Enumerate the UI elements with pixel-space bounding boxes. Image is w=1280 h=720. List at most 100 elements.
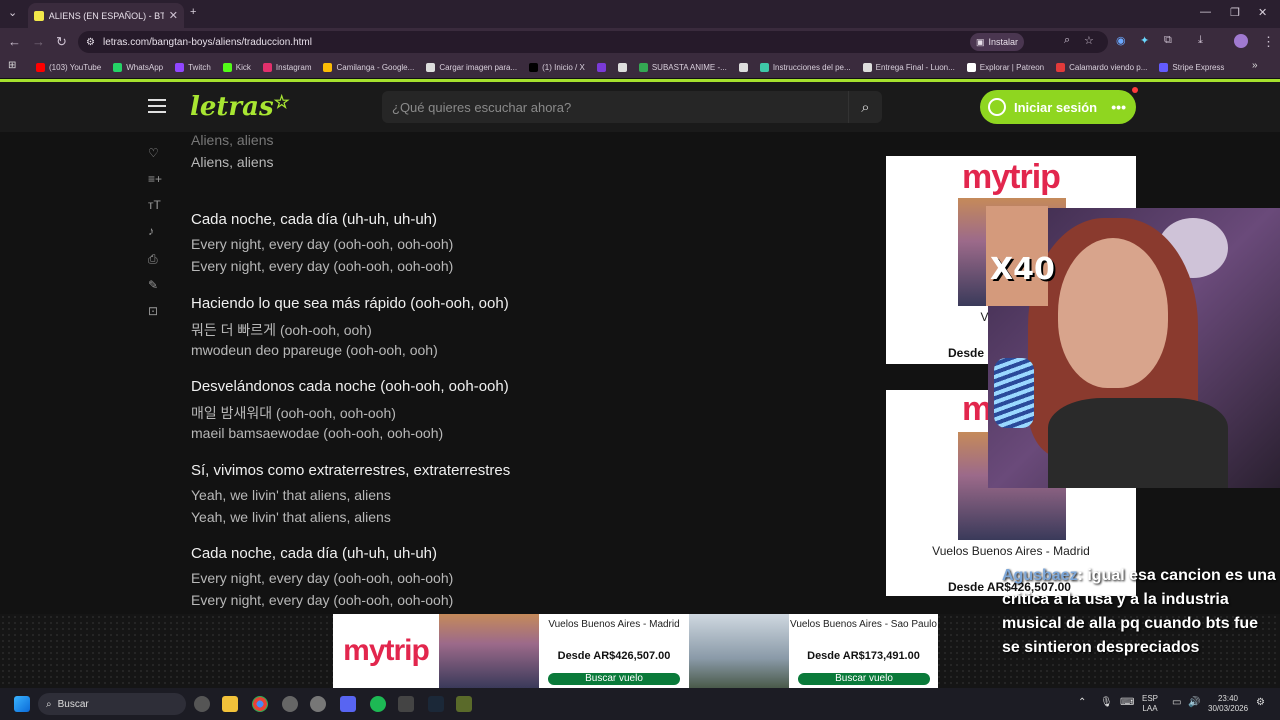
network-icon[interactable]: ▭ [1172, 698, 1181, 708]
tray-chevron-icon[interactable]: ⌃ [1078, 698, 1086, 708]
site-info-icon[interactable]: ⚙ [86, 37, 95, 48]
city-photo [439, 614, 539, 688]
lyric-line-original: Yeah, we livin' that aliens, aliens [191, 509, 391, 525]
bookmark-label: Kick [235, 62, 251, 72]
maximize-icon[interactable]: ❐ [1230, 6, 1240, 19]
bookmark-item[interactable]: Entrega Final - Luon... [862, 62, 955, 72]
bottom-ad-offer-1[interactable]: Vuelos Buenos Aires - Madrid Desde AR$42… [539, 614, 689, 688]
bookmark-favicon-icon [862, 62, 872, 72]
spotify-icon[interactable] [370, 696, 386, 712]
browser-tab-active[interactable]: ALIENS (EN ESPAÑOL) - BTS - L ✕ [28, 3, 184, 28]
site-logo[interactable]: letras☆ [190, 92, 290, 122]
bookmark-item[interactable]: Calamardo viendo p... [1056, 62, 1147, 72]
search-input[interactable] [382, 91, 882, 123]
bookmark-item[interactable]: Stripe Express [1159, 62, 1224, 72]
bookmark-star-icon[interactable]: ☆ [1084, 34, 1094, 47]
add-to-playlist-icon[interactable]: ≡+ [148, 172, 162, 186]
app-icon[interactable] [398, 696, 414, 712]
minimize-icon[interactable]: — [1200, 6, 1211, 18]
windows-start-icon[interactable] [14, 696, 30, 712]
bookmark-item[interactable] [738, 62, 748, 72]
bookmark-item[interactable]: Explorar | Patreon [966, 62, 1044, 72]
widgets-icon[interactable] [194, 696, 210, 712]
extension-icon[interactable]: ◉ [1116, 34, 1126, 47]
bookmark-item[interactable]: (103) YouTube [36, 62, 101, 72]
discord-icon[interactable] [340, 696, 356, 712]
menu-dots-icon[interactable]: ⋮ [1262, 34, 1275, 50]
login-button[interactable]: Iniciar sesión ••• [980, 87, 1138, 124]
translate-extension-icon[interactable]: ✦ [1140, 34, 1149, 47]
ad-title: Vuelos Buenos Aires - Madrid [548, 619, 680, 630]
font-size-icon[interactable]: тT [148, 198, 161, 212]
search-flight-button[interactable]: Buscar vuelo [798, 673, 930, 685]
back-icon[interactable]: ← [8, 34, 21, 49]
downloads-icon[interactable]: ⤓ [1198, 34, 1203, 47]
language-indicator[interactable]: ESP LAA [1142, 694, 1158, 714]
bookmark-favicon-icon [36, 62, 45, 72]
zoom-icon[interactable]: ⌕ [1064, 34, 1070, 47]
bookmark-label: Entrega Final - Luon... [875, 62, 955, 72]
bookmark-item[interactable]: Camilanga - Google... [323, 62, 414, 72]
bookmark-item[interactable]: Instrucciones del pe... [759, 62, 851, 72]
site-favicon-icon [34, 10, 44, 21]
bookmark-item[interactable]: Twitch [175, 62, 211, 72]
file-explorer-icon[interactable] [222, 696, 238, 712]
bookmarks-bar: (103) YouTube WhatsApp Twitch Kick Instagram… [0, 56, 1280, 78]
steam-icon[interactable] [428, 696, 444, 712]
window-close-icon[interactable]: ✕ [1258, 6, 1267, 19]
address-bar[interactable]: ⚙ letras.com/bangtan-boys/aliens/traducc… [78, 31, 1108, 53]
favorite-heart-icon[interactable]: ♡ [148, 146, 159, 160]
bookmark-item[interactable]: Cargar imagen para... [426, 62, 517, 72]
bookmark-item[interactable]: Kick [222, 62, 251, 72]
more-options-icon[interactable]: ••• [1111, 99, 1126, 115]
guitar-icon[interactable]: ♪ [148, 224, 154, 238]
tab-list-icon[interactable]: ⌄ [8, 6, 17, 19]
install-app-button[interactable]: ▣ Instalar [969, 33, 1024, 51]
bottom-ad-banner[interactable]: mytrip Vuelos Buenos Aires - Madrid Desd… [333, 614, 938, 688]
more-bookmarks-icon[interactable]: » [1252, 60, 1258, 71]
bookmark-label: Twitch [188, 62, 211, 72]
bookmark-item[interactable]: (1) Inicio / X [529, 62, 585, 72]
forward-icon[interactable]: → [32, 34, 45, 49]
bookmark-favicon-icon [1159, 62, 1169, 72]
chat-message: Agusbaez: igual esa cancion es una criti… [1002, 564, 1276, 660]
app-icon[interactable] [456, 696, 472, 712]
hamburger-menu-icon[interactable] [148, 99, 166, 117]
notifications-icon[interactable]: ⚙ [1256, 698, 1265, 708]
reload-icon[interactable]: ↻ [56, 34, 67, 50]
lyric-line-original: Every night, every day (ooh-ooh, ooh-ooh… [191, 236, 454, 252]
bookmark-item[interactable]: Instagram [262, 62, 311, 72]
search-button[interactable]: ⌕ [848, 91, 882, 123]
edit-pencil-icon[interactable]: ✎ [148, 278, 158, 292]
close-icon[interactable]: ✕ [169, 9, 178, 22]
new-tab-icon[interactable]: + [190, 6, 196, 18]
notification-dot [1132, 87, 1138, 93]
obs-icon[interactable] [310, 696, 326, 712]
profile-avatar[interactable] [1234, 34, 1248, 48]
lyric-line-original: Every night, every day (ooh-ooh, ooh-ooh… [191, 592, 454, 608]
ad-price: Desde AR$426,507.00 [557, 650, 671, 662]
bookmark-label: WhatsApp [126, 62, 164, 72]
settings-gear-icon[interactable] [282, 696, 298, 712]
bookmark-item[interactable]: WhatsApp [113, 62, 164, 72]
bottom-ad-offer-2[interactable]: Vuelos Buenos Aires - Sao Paulo Desde AR… [789, 614, 938, 688]
print-icon[interactable]: ⎙ [148, 252, 158, 267]
save-icon[interactable]: ⊡ [148, 304, 158, 318]
mic-icon[interactable]: 🎙 [1100, 698, 1113, 708]
bookmark-item[interactable] [617, 62, 627, 72]
keyboard-icon[interactable]: ⌨ [1120, 698, 1134, 708]
bookmark-favicon-icon [262, 62, 272, 72]
bookmark-item[interactable] [596, 62, 606, 72]
lyric-line-original: 뭐든 더 빠르게 (ooh-ooh, ooh) [191, 322, 372, 338]
mytrip-logo: mytrip [962, 158, 1061, 196]
taskbar-search[interactable]: ⌕ Buscar [38, 693, 186, 715]
bookmark-favicon-icon [966, 62, 976, 72]
bookmark-item[interactable]: SUBASTA ANIME -... [638, 62, 727, 72]
lyric-line-spanish: Haciendo lo que sea más rápido (ooh-ooh,… [191, 295, 509, 312]
volume-icon[interactable]: 🔊 [1188, 698, 1200, 708]
extensions-puzzle-icon[interactable]: ⧉ [1164, 34, 1172, 47]
search-flight-button[interactable]: Buscar vuelo [548, 673, 680, 685]
apps-grid-icon[interactable]: ⊞ [8, 60, 16, 71]
chrome-icon[interactable] [252, 696, 268, 712]
clock[interactable]: 23:40 30/03/2026 [1208, 694, 1248, 714]
